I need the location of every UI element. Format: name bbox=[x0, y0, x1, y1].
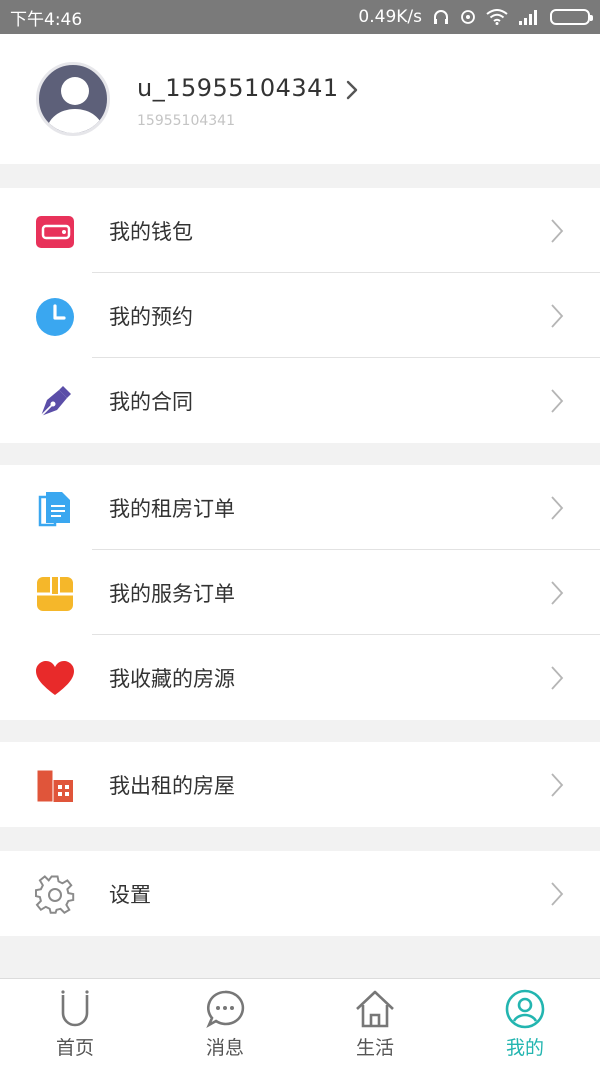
tab-life[interactable]: 生活 bbox=[300, 979, 450, 1067]
status-time: 下午4:46 bbox=[10, 9, 83, 30]
menu-item-label: 我的钱包 bbox=[109, 220, 193, 244]
menu-item-label: 我的租房订单 bbox=[109, 497, 235, 521]
headphones-icon bbox=[432, 8, 450, 26]
pen-icon bbox=[35, 382, 75, 422]
chevron-right-icon bbox=[551, 773, 564, 797]
status-icons: 0.49K/s bbox=[358, 7, 593, 27]
tab-label: 我的 bbox=[505, 1037, 544, 1059]
chevron-right-icon bbox=[551, 389, 564, 413]
avatar-head bbox=[61, 77, 89, 105]
location-icon bbox=[460, 9, 476, 25]
menu-item-label: 我出租的房屋 bbox=[109, 774, 235, 798]
gear-icon bbox=[35, 875, 75, 915]
menu-item-contract[interactable]: 我的合同 bbox=[0, 358, 600, 443]
tab-label: 首页 bbox=[55, 1037, 94, 1059]
chevron-right-icon bbox=[346, 80, 358, 100]
home-u-icon bbox=[55, 989, 95, 1029]
username: u_15955104341 bbox=[137, 74, 339, 102]
tab-messages[interactable]: 消息 bbox=[150, 979, 300, 1067]
house-icon bbox=[355, 989, 395, 1029]
chevron-right-icon bbox=[551, 496, 564, 520]
menu-group-account: 我的钱包 我的预约 我的合同 bbox=[0, 188, 600, 443]
menu-item-service-orders[interactable]: 我的服务订单 bbox=[0, 550, 600, 635]
menu-item-label: 设置 bbox=[109, 883, 151, 907]
menu-item-label: 我收藏的房源 bbox=[109, 667, 235, 691]
tab-label: 生活 bbox=[355, 1037, 394, 1059]
menu-group-landlord: 我出租的房屋 bbox=[0, 742, 600, 827]
menu-item-rental-orders[interactable]: 我的租房订单 bbox=[0, 465, 600, 550]
user-id: 15955104341 bbox=[137, 113, 235, 129]
wallet-icon bbox=[35, 212, 75, 252]
network-speed: 0.49K/s bbox=[358, 7, 422, 27]
building-icon bbox=[35, 766, 75, 806]
chevron-right-icon bbox=[551, 219, 564, 243]
menu-group-settings: 设置 bbox=[0, 851, 600, 936]
menu-item-label: 我的服务订单 bbox=[109, 582, 235, 606]
message-icon bbox=[205, 989, 245, 1029]
battery-icon bbox=[550, 9, 593, 25]
chevron-right-icon bbox=[551, 882, 564, 906]
avatar-body bbox=[47, 109, 103, 133]
menu-item-my-rentals[interactable]: 我出租的房屋 bbox=[0, 742, 600, 827]
menu-group-orders: 我的租房订单 我的服务订单 我收藏的房源 bbox=[0, 465, 600, 720]
menu-item-label: 我的合同 bbox=[109, 390, 193, 414]
menu-item-favorites[interactable]: 我收藏的房源 bbox=[0, 635, 600, 720]
signal-icon bbox=[518, 9, 540, 25]
avatar[interactable] bbox=[36, 62, 110, 136]
box-icon bbox=[35, 574, 75, 614]
document-icon bbox=[35, 489, 75, 529]
profile-icon bbox=[505, 989, 545, 1029]
menu-item-label: 我的预约 bbox=[109, 305, 193, 329]
clock-icon bbox=[35, 297, 75, 337]
heart-icon bbox=[35, 659, 75, 699]
menu-item-settings[interactable]: 设置 bbox=[0, 851, 600, 936]
menu-item-appointment[interactable]: 我的预约 bbox=[0, 273, 600, 358]
tab-mine[interactable]: 我的 bbox=[450, 979, 600, 1067]
wifi-icon bbox=[486, 9, 508, 25]
chevron-right-icon bbox=[551, 581, 564, 605]
chevron-right-icon bbox=[551, 666, 564, 690]
chevron-right-icon bbox=[551, 304, 564, 328]
menu-item-wallet[interactable]: 我的钱包 bbox=[0, 188, 600, 273]
tab-label: 消息 bbox=[205, 1037, 244, 1059]
tab-home[interactable]: 首页 bbox=[0, 979, 150, 1067]
profile-header[interactable]: u_15955104341 15955104341 bbox=[0, 34, 600, 164]
bottom-tab-bar: 首页 消息 生活 我的 bbox=[0, 978, 600, 1067]
status-bar: 下午4:46 0.49K/s bbox=[0, 0, 600, 34]
